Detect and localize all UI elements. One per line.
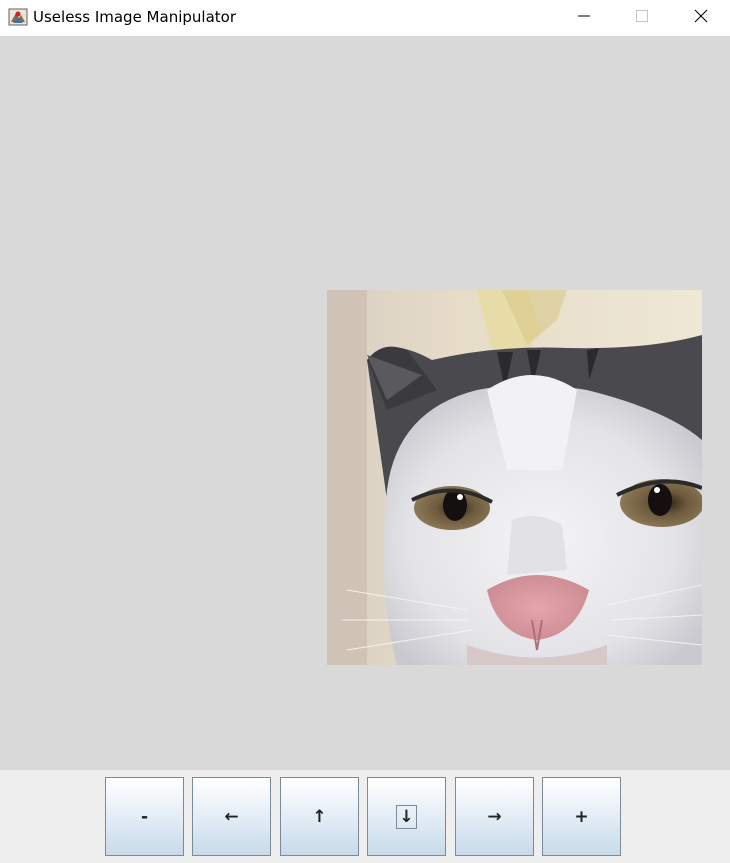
arrow-down-icon: ↓ [396, 804, 417, 829]
close-button[interactable] [673, 0, 729, 34]
image-canvas [0, 36, 730, 770]
move-up-button[interactable]: ↑ [280, 777, 359, 856]
arrow-right-icon: → [487, 806, 502, 827]
close-icon [694, 8, 708, 27]
minimize-button[interactable] [556, 0, 612, 34]
minimize-icon [577, 8, 591, 27]
maximize-button[interactable] [614, 0, 670, 34]
title-bar[interactable]: Useless Image Manipulator [0, 0, 730, 36]
maximize-icon [635, 8, 649, 27]
app-window: Useless Image Manipulator - ← ↑ ↓ → + [0, 0, 730, 863]
zoom-in-button[interactable]: + [542, 777, 621, 856]
window-title: Useless Image Manipulator [33, 8, 236, 26]
cat-photo [327, 290, 702, 665]
zoom-in-label: + [574, 806, 589, 827]
arrow-up-icon: ↑ [312, 806, 327, 827]
control-toolbar: - ← ↑ ↓ → + [0, 770, 730, 863]
move-right-button[interactable]: → [455, 777, 534, 856]
zoom-out-label: - [140, 806, 149, 827]
arrow-left-icon: ← [224, 806, 239, 827]
move-left-button[interactable]: ← [192, 777, 271, 856]
java-app-icon [8, 7, 28, 27]
move-down-button[interactable]: ↓ [367, 777, 446, 856]
zoom-out-button[interactable]: - [105, 777, 184, 856]
